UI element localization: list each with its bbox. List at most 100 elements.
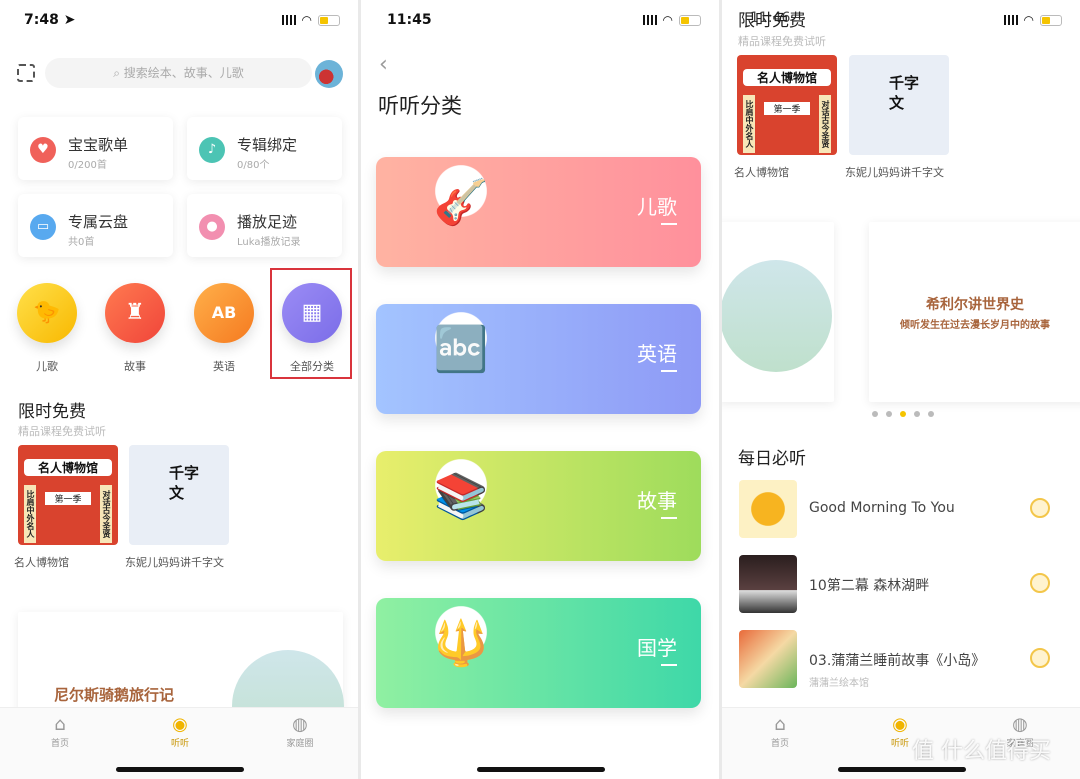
track-title[interactable]: 03.蒲蒲兰睡前故事《小岛》 <box>809 650 985 670</box>
wifi-icon: ◠ <box>301 13 312 27</box>
section-title: 限时免费 <box>738 11 806 31</box>
cover-title: 千字文 <box>889 74 920 112</box>
owl-bookshelf-illustration: 📚 <box>406 437 516 557</box>
tab-home[interactable]: ⌂ 首页 <box>30 714 90 749</box>
highlight-box <box>270 268 352 379</box>
track-sub: 蒲蒲兰绘本馆 <box>809 678 869 689</box>
card-sub: 0/80个 <box>237 160 270 171</box>
avatar[interactable] <box>315 60 343 88</box>
carousel-dot[interactable] <box>914 411 920 417</box>
cover-caption: 名人博物馆 <box>14 556 69 569</box>
category-card-guoxue[interactable]: 🔱 国学 <box>376 584 701 708</box>
scan-icon[interactable] <box>17 64 35 82</box>
cover-title: 千字文 <box>169 464 200 502</box>
banner-title: 尼尔斯骑鹅旅行记 <box>54 686 175 704</box>
carousel-dot[interactable] <box>886 411 892 417</box>
album-icon: ♪ <box>199 137 225 163</box>
carousel-dots[interactable] <box>872 411 934 417</box>
quick-card-footprint[interactable]: ● 播放足迹 Luka播放记录 <box>187 194 342 257</box>
cover-side-right: 对话古今圣贤 <box>819 95 831 153</box>
carousel-dot[interactable] <box>872 411 878 417</box>
category-label: 国学 <box>637 636 677 660</box>
owl-guitar-illustration: 🎸 <box>406 143 516 263</box>
search-icon: ⌕ <box>113 66 120 80</box>
category-label[interactable]: 儿歌 <box>7 358 87 374</box>
category-label[interactable]: 故事 <box>95 358 175 374</box>
category-label[interactable]: 英语 <box>184 358 264 374</box>
card-title: 专辑绑定 <box>237 136 298 154</box>
quick-card-cloud-disk[interactable]: ▭ 专属云盘 共0首 <box>18 194 173 257</box>
carousel-dot[interactable] <box>928 411 934 417</box>
card-sub: 共0首 <box>68 237 95 248</box>
home-listen-screen: 7:48 ➤ ◠ ⌕ 搜索绘本、故事、儿歌 ♥ 宝宝歌单 0/200首 ♪ 专辑绑定 0… <box>0 0 358 779</box>
cover-qianziwen[interactable]: 千字文 <box>849 55 949 155</box>
banner-card[interactable]: 尼尔斯骑鹅旅行记 <box>18 612 344 762</box>
page-title: 听听分类 <box>378 94 462 118</box>
home-indicator <box>477 767 605 772</box>
category-card-stories[interactable]: 📚 故事 <box>376 437 701 561</box>
watermark: 值 什么值得买 <box>912 739 1051 764</box>
status-time: 11:45 <box>387 12 432 28</box>
luka-play-icon[interactable] <box>1030 498 1050 518</box>
owl-warrior-illustration: 🔱 <box>406 584 516 704</box>
track-title[interactable]: 10第二幕 森林湖畔 <box>809 575 929 595</box>
luka-play-icon[interactable] <box>1030 648 1050 668</box>
tab-home[interactable]: ⌂ 首页 <box>750 714 810 749</box>
goose-illustration <box>722 260 832 372</box>
luka-play-icon[interactable] <box>1030 573 1050 593</box>
home-indicator <box>116 767 244 772</box>
cover-side-left: 比肩中外名人 <box>743 95 755 153</box>
tab-label: 首页 <box>770 739 789 749</box>
tab-family[interactable]: ◍ 家庭圈 <box>270 714 330 749</box>
home-indicator <box>838 767 966 772</box>
cover-caption: 东妮儿妈妈讲千字文 <box>125 556 224 569</box>
dash <box>661 223 677 225</box>
ab-block-icon[interactable]: AB <box>194 283 254 343</box>
listen-scrolled-screen: 11:46 ◠ 限时免费 精品课程免费试听 名人博物馆 第一季 比肩中外名人 对… <box>722 0 1080 779</box>
track-cover[interactable] <box>739 630 797 688</box>
banner-subtitle: 倾听发生在过去漫长岁月中的故事 <box>900 320 1050 331</box>
section-subtitle: 精品课程免费试听 <box>738 35 826 48</box>
track-cover[interactable] <box>739 555 797 613</box>
cover-title: 名人博物馆 <box>24 459 112 476</box>
home-icon: ⌂ <box>54 714 66 735</box>
banner-card-prev[interactable] <box>722 222 834 402</box>
tab-listen[interactable]: ◉ 听听 <box>150 714 210 749</box>
bird-icon[interactable]: 🐤 <box>17 283 77 343</box>
search-placeholder: 搜索绘本、故事、儿歌 <box>123 66 244 80</box>
wifi-icon: ◠ <box>662 13 673 27</box>
quick-card-playlist[interactable]: ♥ 宝宝歌单 0/200首 <box>18 117 173 180</box>
back-icon[interactable]: ‹ <box>379 52 388 77</box>
cover-museum[interactable]: 名人博物馆 第一季 比肩中外名人 对话古今圣贤 <box>18 445 118 545</box>
card-sub: 0/200首 <box>68 160 107 171</box>
card-title: 宝宝歌单 <box>68 136 129 154</box>
heart-icon: ♥ <box>30 137 56 163</box>
cloud-disk-icon: ▭ <box>30 214 56 240</box>
section-title: 限时免费 <box>18 402 86 422</box>
card-title: 播放足迹 <box>237 213 298 231</box>
section-subtitle: 精品课程免费试听 <box>18 425 106 438</box>
footprint-icon: ● <box>199 214 225 240</box>
dash <box>661 517 677 519</box>
dash <box>661 664 677 666</box>
cover-museum[interactable]: 名人博物馆 第一季 比肩中外名人 对话古今圣贤 <box>737 55 837 155</box>
quick-card-album-bind[interactable]: ♪ 专辑绑定 0/80个 <box>187 117 342 180</box>
category-card-songs[interactable]: 🎸 儿歌 <box>376 143 701 267</box>
banner-title: 希利尔讲世界史 <box>926 297 1024 313</box>
track-title[interactable]: Good Morning To You <box>809 500 955 516</box>
cover-qianziwen[interactable]: 千字文 <box>129 445 229 545</box>
cover-side-left: 比肩中外名人 <box>24 485 36 543</box>
banner-card-current[interactable]: 希利尔讲世界史 倾听发生在过去漫长岁月中的故事 <box>869 222 1080 402</box>
castle-icon[interactable]: ♜ <box>105 283 165 343</box>
carousel-dot[interactable] <box>900 411 906 417</box>
track-cover[interactable] <box>739 480 797 538</box>
dash <box>661 370 677 372</box>
category-card-english[interactable]: 🔤 英语 <box>376 290 701 414</box>
wifi-icon: ◠ <box>1023 13 1034 27</box>
tab-label: 家庭圈 <box>286 739 314 749</box>
category-label: 儿歌 <box>637 195 677 219</box>
search-bar[interactable]: ⌕ 搜索绘本、故事、儿歌 <box>45 58 312 88</box>
cover-side-right: 对话古今圣贤 <box>100 485 112 543</box>
signal-icon <box>642 15 657 25</box>
battery-icon <box>318 14 340 26</box>
